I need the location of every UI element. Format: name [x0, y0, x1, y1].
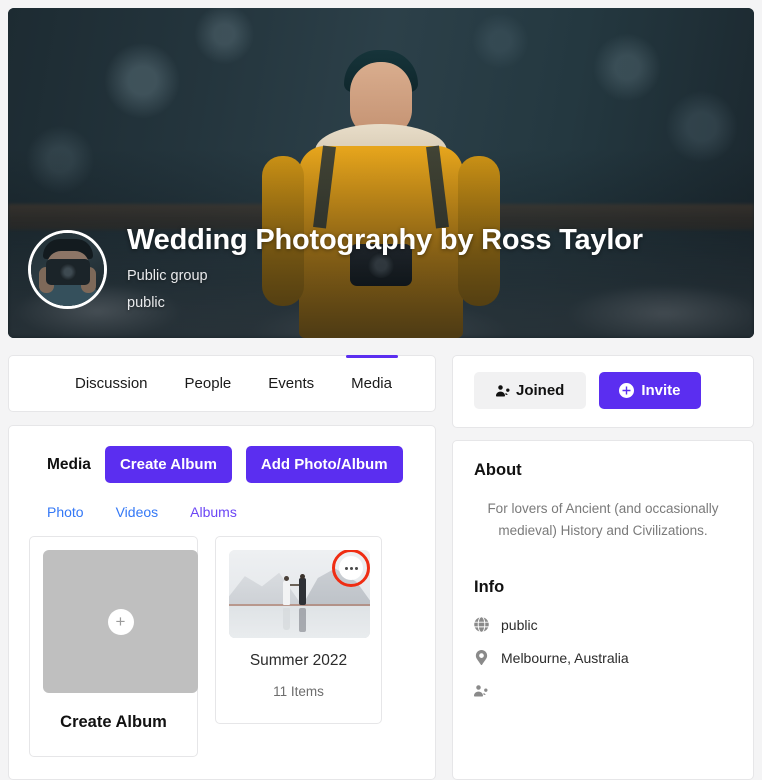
- joined-button-label: Joined: [516, 382, 564, 399]
- media-header: Media Create Album Add Photo/Album: [9, 426, 435, 483]
- album-title: Summer 2022: [229, 652, 368, 670]
- thumbnail-figure-groom: [299, 578, 306, 605]
- subtab-albums[interactable]: Albums: [190, 504, 237, 520]
- group-cover: [8, 8, 754, 338]
- group-privacy-label: Public group: [127, 268, 208, 284]
- media-subtabs: Photo Videos Albums: [9, 483, 435, 520]
- location-pin-icon: [474, 650, 489, 665]
- thumbnail-figure-bride: [283, 580, 290, 605]
- people-icon: [496, 383, 511, 398]
- info-list: public Melbourne, Australia: [453, 597, 753, 698]
- tab-people[interactable]: People: [185, 375, 232, 392]
- invite-button[interactable]: Invite: [599, 372, 700, 409]
- info-title: Info: [453, 542, 753, 597]
- album-options-icon[interactable]: [339, 556, 363, 580]
- create-album-thumbnail: +: [43, 550, 198, 693]
- album-grid: + Create Album: [9, 520, 435, 757]
- create-album-button[interactable]: Create Album: [105, 446, 232, 483]
- info-item-location: Melbourne, Australia: [474, 650, 753, 666]
- tab-media[interactable]: Media: [351, 375, 392, 392]
- info-item-members: [474, 683, 753, 698]
- avatar-camera-icon: [46, 259, 90, 285]
- group-nav-tabs: Discussion People Events Media: [9, 356, 435, 411]
- add-photo-album-button[interactable]: Add Photo/Album: [246, 446, 403, 483]
- plus-icon: +: [108, 609, 134, 635]
- joined-button[interactable]: Joined: [474, 372, 586, 409]
- globe-icon: [474, 617, 489, 632]
- dot-1: [345, 567, 348, 570]
- about-description: For lovers of Ancient (and occasionally …: [475, 498, 731, 542]
- group-actions-row: Joined Invite: [453, 356, 753, 409]
- subtab-videos[interactable]: Videos: [116, 504, 159, 520]
- group-page: Wedding Photography by Ross Taylor Publi…: [0, 0, 762, 780]
- info-privacy-text: public: [501, 617, 538, 633]
- dot-2: [350, 567, 353, 570]
- thumbnail-reflection-bride: [283, 608, 290, 630]
- media-section-title: Media: [47, 456, 91, 474]
- thumbnail-reflection-groom: [299, 608, 306, 632]
- album-card[interactable]: Summer 2022 11 Items: [215, 536, 382, 724]
- album-item-count: 11 Items: [229, 684, 368, 699]
- subtab-photo[interactable]: Photo: [47, 504, 84, 520]
- create-album-card[interactable]: + Create Album: [29, 536, 198, 757]
- info-location-text: Melbourne, Australia: [501, 650, 629, 666]
- invite-button-label: Invite: [641, 382, 680, 399]
- tab-events[interactable]: Events: [268, 375, 314, 392]
- dot-3: [355, 567, 358, 570]
- page-title: Wedding Photography by Ross Taylor: [127, 224, 643, 257]
- group-nav-card: Discussion People Events Media: [8, 355, 436, 412]
- create-album-card-label: Create Album: [43, 713, 184, 732]
- thumbnail-figure-bride-head: [284, 576, 289, 581]
- about-card: About For lovers of Ancient (and occasio…: [452, 440, 754, 780]
- media-card: Media Create Album Add Photo/Album Photo…: [8, 425, 436, 780]
- group-actions-card: Joined Invite: [452, 355, 754, 428]
- thumbnail-figure-groom-head: [300, 574, 305, 579]
- people-icon: [474, 683, 489, 698]
- info-item-privacy: public: [474, 617, 753, 633]
- album-thumbnail: [229, 550, 370, 638]
- plus-circle-icon: [619, 383, 634, 398]
- tab-discussion[interactable]: Discussion: [75, 375, 148, 392]
- avatar[interactable]: [28, 230, 107, 309]
- about-title: About: [453, 441, 753, 480]
- group-privacy-value: public: [127, 295, 165, 311]
